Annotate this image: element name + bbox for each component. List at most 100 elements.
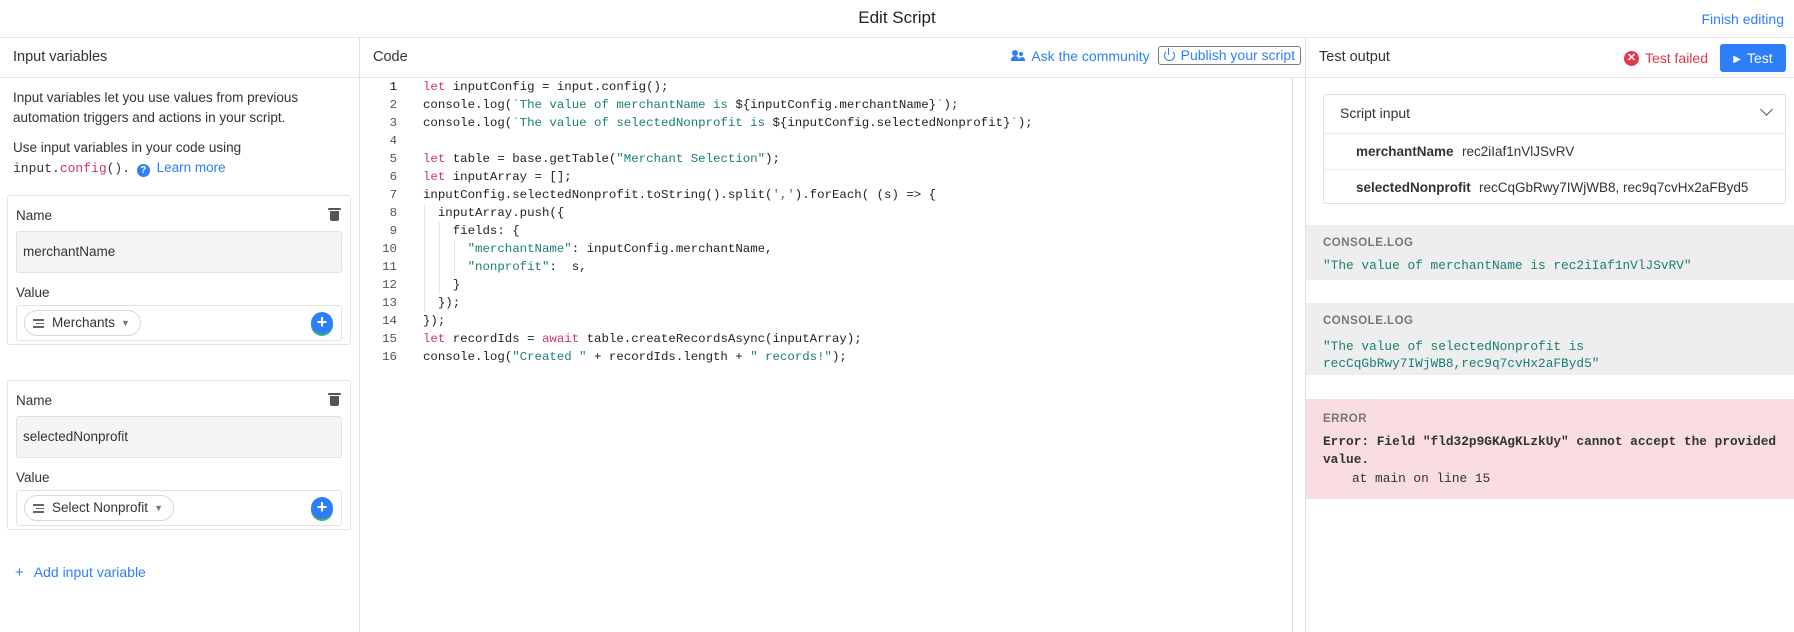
test-output-panel: Test output ✕ Test failed ▶ Test Script i… (1306, 38, 1794, 632)
plus-icon: + (15, 564, 24, 581)
line-number: 11 (382, 260, 397, 274)
editor-scrollbar-track[interactable] (1292, 78, 1293, 632)
code-text: let recordIds = await table.createRecord… (423, 332, 862, 346)
log-label: CONSOLE.LOG (1323, 315, 1414, 327)
page-title: Edit Script (858, 8, 936, 27)
add-input-variable-button[interactable]: + Add input variable (15, 564, 146, 581)
trash-icon[interactable] (328, 393, 341, 406)
publish-script-button[interactable]: Publish your script (1157, 46, 1301, 65)
script-input-row: merchantName rec2iIaf1nVlJSvRV (1324, 133, 1785, 169)
log-text: "The value of merchantName is rec2iIaf1n… (1323, 258, 1692, 273)
input-key: merchantName (1356, 144, 1454, 159)
name-label: Name (16, 393, 53, 408)
variable-name-input[interactable]: selectedNonprofit (16, 416, 342, 458)
input-value: rec2iIaf1nVlJSvRV (1462, 144, 1575, 159)
value-label: Value (16, 285, 50, 300)
code-header: Code Ask the community Publish your scri… (360, 38, 1305, 78)
input-variable-card: Name selectedNonprofit Value Select Nonp… (7, 380, 351, 530)
line-number: 10 (382, 242, 397, 256)
code-text: "nonprofit": s, (467, 260, 587, 274)
code-text: console.log(`The value of merchantName i… (423, 98, 959, 112)
line-number: 1 (389, 80, 397, 94)
line-number: 16 (382, 350, 397, 364)
line-number: 9 (389, 224, 397, 238)
input-variables-title: Input variables (13, 49, 108, 65)
field-list-icon (33, 317, 44, 330)
code-text: console.log("Created " + recordIds.lengt… (423, 350, 847, 364)
code-text: let table = base.getTable("Merchant Sele… (423, 152, 780, 166)
line-number: 2 (389, 98, 397, 112)
test-output-header: Test output ✕ Test failed ▶ Test (1306, 38, 1794, 78)
caret-down-icon: ▼ (154, 503, 163, 513)
trash-icon[interactable] (328, 208, 341, 221)
console-log-entry: CONSOLE.LOG "The value of selectedNonpro… (1306, 303, 1794, 375)
line-number: 3 (389, 116, 397, 130)
top-bar: Edit Script Finish editing (0, 0, 1794, 38)
input-key: selectedNonprofit (1356, 180, 1471, 195)
finish-editing-button[interactable]: Finish editing (1702, 11, 1785, 27)
script-input-title: Script input (1340, 105, 1411, 121)
input-variables-intro: Input variables let you use values from … (0, 78, 359, 179)
value-label: Value (16, 470, 50, 485)
indent-guide (439, 222, 440, 294)
line-number: 12 (382, 278, 397, 292)
intro-paragraph-2: Use input variables in your code using i… (13, 138, 346, 179)
code-text: } (423, 278, 461, 292)
play-icon: ▶ (1733, 54, 1741, 65)
learn-more-link[interactable]: Learn more (157, 160, 226, 175)
line-number: 7 (389, 188, 397, 202)
script-input-row: selectedNonprofit recCqGbRwy7IWjWB8, rec… (1324, 169, 1785, 205)
variable-name-input[interactable]: merchantName (16, 231, 342, 273)
error-x-icon: ✕ (1623, 50, 1639, 66)
line-number: 14 (382, 314, 397, 328)
input-value: recCqGbRwy7IWjWB8, rec9q7cvHx2aFByd5 (1479, 180, 1749, 195)
code-panel: Code Ask the community Publish your scri… (360, 38, 1306, 632)
caret-down-icon: ▼ (121, 318, 130, 328)
publish-icon (1163, 48, 1175, 61)
intro-paragraph-1: Input variables let you use values from … (13, 90, 299, 125)
field-list-icon (33, 502, 44, 515)
value-token-pill[interactable]: Select Nonprofit ▼ (24, 495, 174, 521)
error-message: Error: Field "fld32p9GKAgKLzkUy" cannot … (1323, 434, 1777, 467)
indent-guide (454, 240, 455, 276)
script-input-panel: Script input merchantName rec2iIaf1nVlJS… (1323, 94, 1786, 204)
insert-value-plus-icon[interactable]: + (311, 497, 333, 519)
test-output-title: Test output (1319, 49, 1390, 65)
input-variables-header: Input variables (0, 38, 359, 78)
line-number: 8 (389, 206, 397, 220)
code-text: fields: { (423, 224, 520, 238)
code-text: }); (423, 296, 461, 310)
insert-value-plus-icon[interactable]: + (311, 312, 333, 334)
code-text: "merchantName": inputConfig.merchantName… (467, 242, 773, 256)
community-icon (1011, 49, 1026, 62)
chevron-down-icon[interactable] (1760, 103, 1773, 116)
line-number: 5 (389, 152, 397, 166)
variable-value-field: Merchants ▼ + (16, 305, 342, 341)
test-button[interactable]: ▶ Test (1720, 44, 1786, 72)
code-text: inputArray.push({ (423, 206, 565, 220)
code-text: let inputArray = []; (423, 170, 572, 184)
input-config-code: input.config(). (13, 161, 131, 176)
code-text: }); (423, 314, 446, 328)
test-status: ✕ Test failed (1623, 50, 1708, 66)
line-number: 13 (382, 296, 397, 310)
error-log-entry: ERROR Error: Field "fld32p9GKAgKLzkUy" c… (1306, 399, 1794, 499)
name-label: Name (16, 208, 53, 223)
variable-value-field: Select Nonprofit ▼ + (16, 490, 342, 526)
code-text: inputConfig.selectedNonprofit.toString()… (423, 188, 937, 202)
log-label: CONSOLE.LOG (1323, 237, 1414, 249)
ask-community-button[interactable]: Ask the community (1011, 48, 1150, 64)
line-number: 15 (382, 332, 397, 346)
code-text: console.log(`The value of selectedNonpro… (423, 116, 1033, 130)
console-log-entry: CONSOLE.LOG "The value of merchantName i… (1306, 225, 1794, 280)
help-icon: ? (136, 164, 150, 177)
code-text: let inputConfig = input.config(); (423, 80, 669, 94)
code-editor[interactable]: 1 let inputConfig = input.config(); 2 conso… (360, 78, 1305, 632)
error-location: at main on line 15 (1352, 471, 1491, 486)
code-title: Code (373, 49, 408, 65)
line-number: 4 (389, 134, 397, 148)
line-number: 6 (389, 170, 397, 184)
intro-text: Use input variables in your code using (13, 140, 242, 155)
input-variable-card: Name merchantName Value Merchants ▼ + (7, 195, 351, 345)
value-token-pill[interactable]: Merchants ▼ (24, 310, 141, 336)
